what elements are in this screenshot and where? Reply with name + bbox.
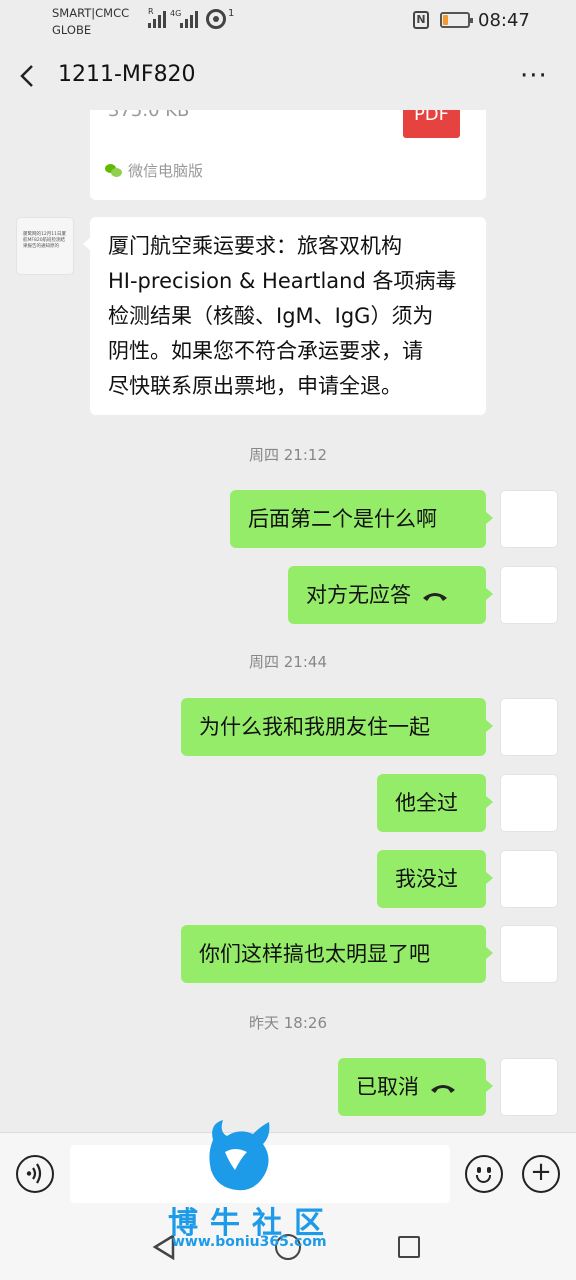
network-type-label: 4G — [170, 9, 182, 18]
emoji-icon[interactable] — [465, 1155, 503, 1193]
cancelled-call-message[interactable]: 已取消 — [338, 1058, 493, 1116]
chat-title: 1211-MF820 — [58, 62, 196, 87]
avatar[interactable] — [500, 774, 558, 832]
watermark-logo — [209, 1120, 270, 1191]
timestamp: 周四 21:44 — [249, 653, 327, 671]
avatar[interactable] — [500, 925, 558, 983]
wechat-icon — [105, 163, 122, 178]
avatar[interactable] — [500, 850, 558, 908]
watermark-url: www.boniu365.com — [172, 1234, 327, 1250]
chevron-left-icon[interactable] — [16, 64, 40, 88]
nfc-icon: N — [413, 11, 429, 29]
signal-4g-icon — [180, 10, 198, 28]
outgoing-message[interactable]: 他全过 — [377, 774, 493, 832]
carrier-label: SMART|CMCC GLOBE — [52, 6, 130, 37]
outgoing-message[interactable]: 为什么我和我朋友住一起 — [181, 698, 493, 756]
message-list[interactable]: 375.0 KB PDF 微信电脑版 厦鹭网的12月11日厦航MF820航班检测… — [0, 110, 576, 1132]
avatar[interactable]: 厦鹭网的12月11日厦航MF820航班检测结果报告的通知原的 — [16, 217, 74, 275]
clock: 08:47 — [478, 10, 530, 31]
pdf-icon: PDF — [403, 110, 460, 138]
file-message[interactable]: 375.0 KB PDF 微信电脑版 — [90, 110, 486, 200]
more-options-button[interactable]: ··· — [520, 63, 548, 89]
incoming-message[interactable]: 厦门航空乘运要求：旅客双机构 HI-precision & Heartland … — [83, 217, 486, 415]
nav-recent-apps-icon[interactable] — [398, 1236, 420, 1258]
avatar[interactable] — [500, 1058, 558, 1116]
avatar-thumbnail-text: 厦鹭网的12月11日厦航MF820航班检测结果报告的通知原的 — [23, 232, 66, 249]
battery-level — [443, 15, 448, 25]
phone-hangup-icon — [423, 593, 447, 601]
file-size: 375.0 KB — [108, 110, 190, 121]
status-bar: SMART|CMCC GLOBE R 4G 1 N 08:47 — [0, 0, 576, 44]
timestamp: 昨天 18:26 — [249, 1014, 327, 1032]
roaming-label: R — [148, 7, 154, 16]
outgoing-message[interactable]: 我没过 — [377, 850, 493, 908]
file-source: 微信电脑版 — [105, 160, 203, 181]
plus-button[interactable]: + — [522, 1155, 560, 1193]
battery-icon — [440, 12, 473, 28]
chat-header: 1211-MF820 ··· — [0, 44, 576, 110]
missed-call-message[interactable]: 对方无应答 — [288, 566, 493, 624]
hotspot-count: 1 — [228, 8, 235, 19]
avatar[interactable] — [500, 490, 558, 548]
outgoing-message[interactable]: 你们这样搞也太明显了吧 — [181, 925, 493, 983]
timestamp: 周四 21:12 — [249, 446, 327, 464]
voice-icon[interactable] — [16, 1155, 54, 1193]
voice-waves-icon — [26, 1163, 42, 1184]
avatar[interactable] — [500, 566, 558, 624]
hotspot-icon — [206, 9, 226, 29]
avatar[interactable] — [500, 698, 558, 756]
outgoing-message[interactable]: 后面第二个是什么啊 — [230, 490, 493, 548]
phone-hangup-icon — [431, 1085, 455, 1093]
